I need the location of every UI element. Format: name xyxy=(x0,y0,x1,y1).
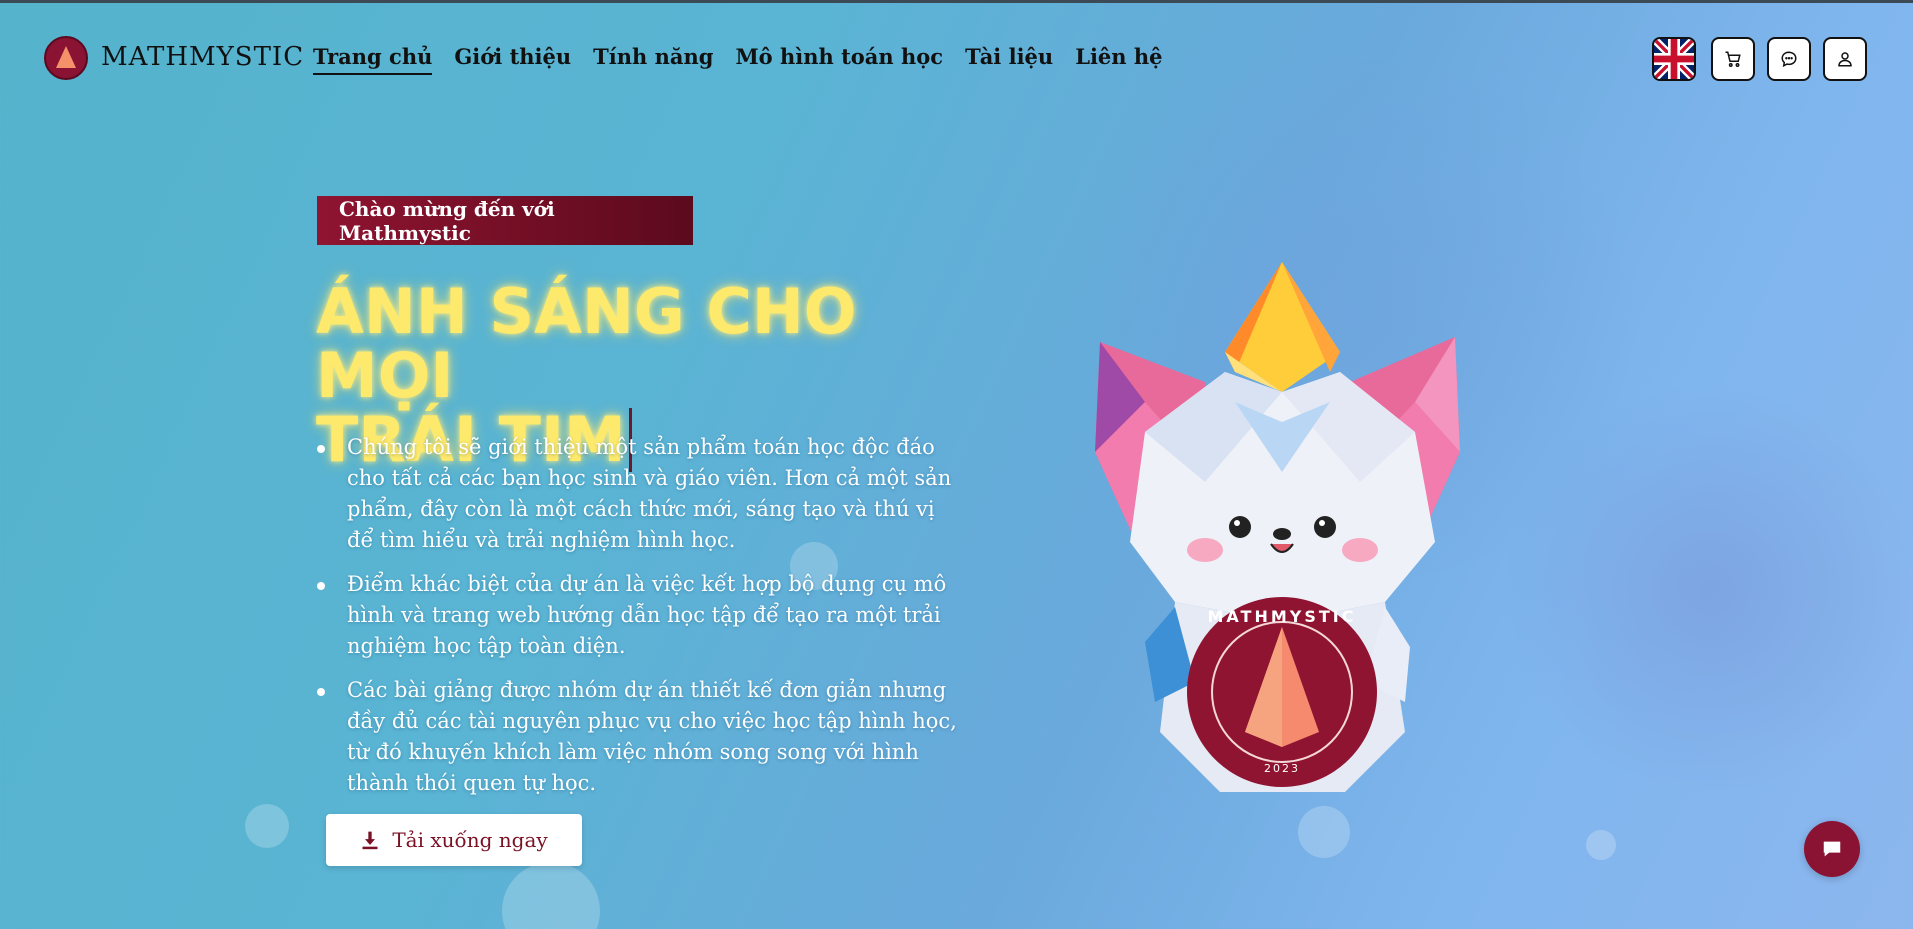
mascot-illustration: MATHMYSTIC 2023 xyxy=(1095,262,1460,792)
message-button[interactable] xyxy=(1767,37,1811,81)
nav-item-features[interactable]: Tính năng xyxy=(593,44,713,75)
mascot-emblem-text: MATHMYSTIC xyxy=(1207,607,1356,626)
background-glow xyxy=(1500,380,1913,800)
hero-bullet: Điểm khác biệt của dự án là việc kết hợp… xyxy=(317,569,967,662)
site-header: MATHMYSTIC Trang chủ Giới thiệu Tính năn… xyxy=(0,0,1913,120)
message-icon xyxy=(1781,51,1797,68)
decor-bubble xyxy=(502,862,600,929)
cart-icon xyxy=(1725,51,1741,67)
chat-bubble-icon xyxy=(1823,841,1841,857)
hero-title-line1: ÁNH SÁNG CHO MỌI xyxy=(316,275,857,412)
user-icon xyxy=(1838,52,1852,67)
nav-item-about[interactable]: Giới thiệu xyxy=(454,44,571,75)
decor-bubble xyxy=(245,804,289,848)
nav-item-models[interactable]: Mô hình toán học xyxy=(735,44,943,75)
download-icon xyxy=(362,831,378,850)
hero-bullet: Các bài giảng được nhóm dự án thiết kế đ… xyxy=(317,675,967,799)
decor-bubble xyxy=(1298,806,1350,858)
welcome-badge: Chào mừng đến với Mathmystic xyxy=(317,196,693,245)
mathmystic-logo-icon[interactable] xyxy=(44,36,88,80)
brand-name[interactable]: MATHMYSTIC xyxy=(101,42,304,72)
download-label: Tải xuống ngay xyxy=(392,828,548,852)
hero-description-list: Chúng tôi sẽ giới thiệu một sản phẩm toá… xyxy=(317,432,967,812)
mascot-emblem-year: 2023 xyxy=(1264,762,1300,775)
uk-flag-icon xyxy=(1654,39,1694,79)
main-nav: Trang chủ Giới thiệu Tính năng Mô hình t… xyxy=(313,44,1163,75)
nav-item-contact[interactable]: Liên hệ xyxy=(1075,44,1162,75)
cart-button[interactable] xyxy=(1711,37,1755,81)
download-button[interactable]: Tải xuống ngay xyxy=(326,814,582,866)
decor-bubble xyxy=(1586,830,1616,860)
language-button[interactable] xyxy=(1652,37,1696,81)
hero-bullet: Chúng tôi sẽ giới thiệu một sản phẩm toá… xyxy=(317,432,967,556)
nav-item-home[interactable]: Trang chủ xyxy=(313,44,433,75)
user-button[interactable] xyxy=(1823,37,1867,81)
chat-button[interactable] xyxy=(1804,821,1860,877)
nav-item-documents[interactable]: Tài liệu xyxy=(965,44,1053,75)
